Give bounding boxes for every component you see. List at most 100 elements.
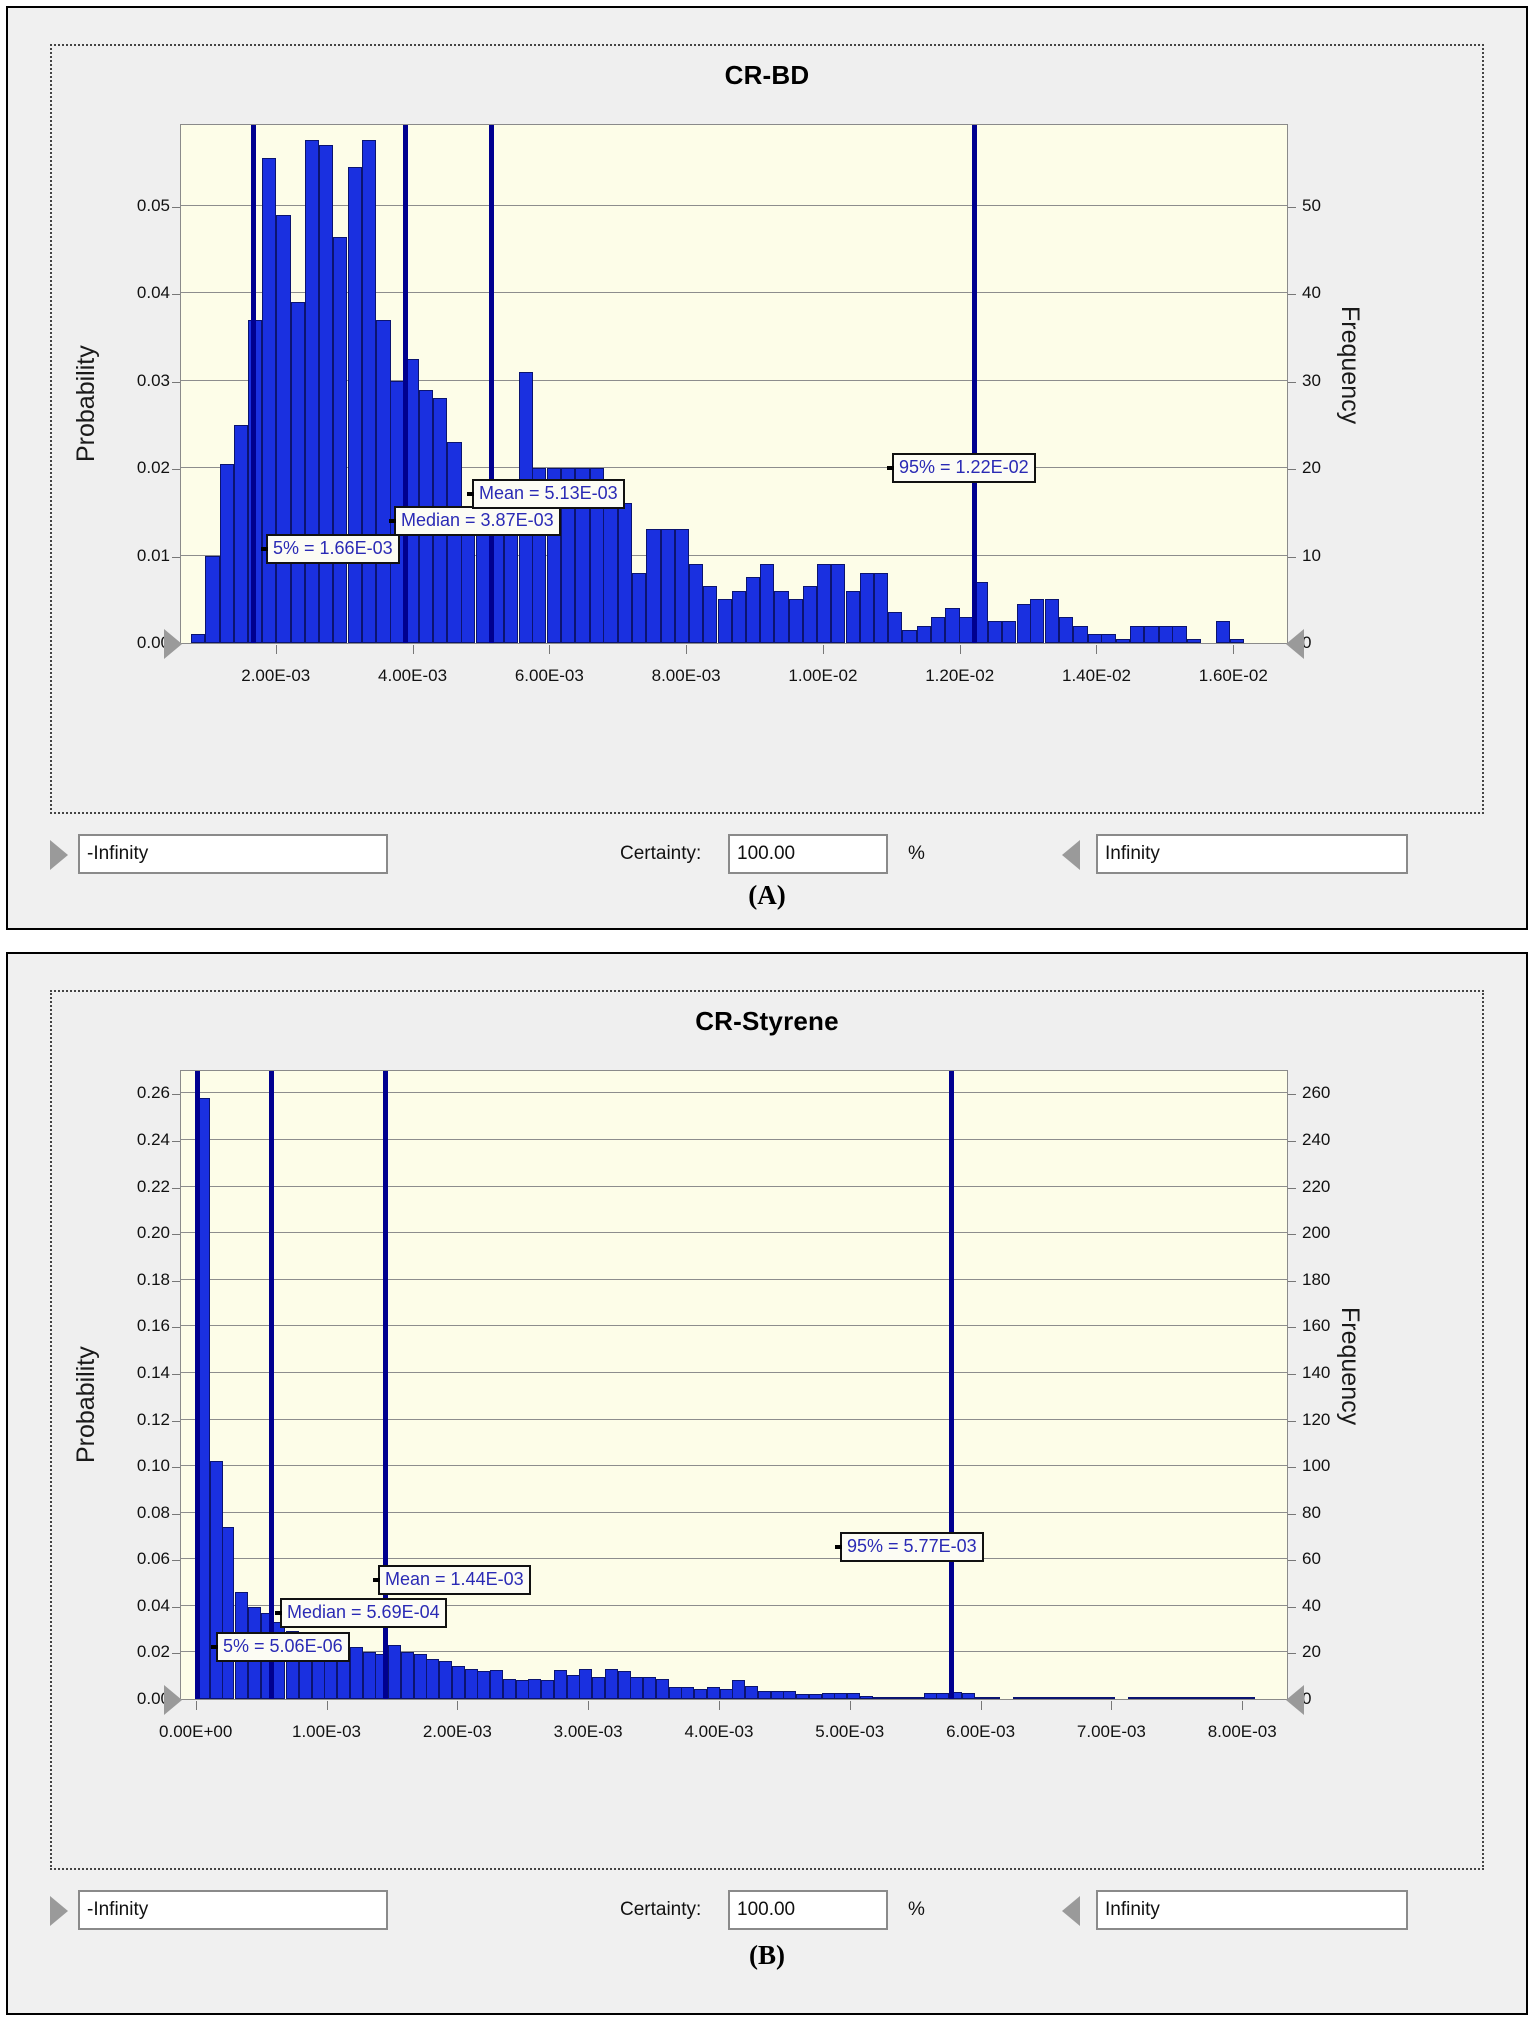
y-tick-mark [172, 1467, 180, 1469]
y-axis-label-a: Probability [72, 345, 100, 462]
marker-line-median[interactable] [402, 125, 408, 643]
y-tick-label: 0.06 [136, 1549, 170, 1569]
histogram-bar [489, 1669, 503, 1699]
histogram-bar [803, 586, 818, 643]
page-root: CR-BD 0.00 0.01 0.02 0.03 0.04 0.05 0 10 20 30 40 5… [0, 0, 1534, 2021]
chart-panel-a: CR-BD 0.00 0.01 0.02 0.03 0.04 0.05 0 10 20 30 40 5… [6, 6, 1528, 930]
histogram-bar [276, 214, 291, 643]
y-tick-mark [172, 1234, 180, 1236]
histogram-bar [1115, 638, 1130, 643]
histogram-bar [1030, 599, 1045, 643]
marker-line-mean[interactable] [488, 125, 494, 643]
histogram-bar [911, 1696, 924, 1699]
lower-bound-handle-a[interactable] [164, 629, 182, 659]
histogram-bar [816, 564, 832, 643]
annotation-p95: 95% = 1.22E-02 [887, 453, 1036, 483]
x-tick-label: 7.00E-03 [1076, 1722, 1146, 1741]
y-tick-mark [172, 207, 180, 209]
histogram-bar [219, 463, 234, 643]
marker-line-p95[interactable] [949, 1071, 955, 1699]
histogram-bar [887, 612, 903, 643]
x-tick-label: 1.00E-02 [788, 666, 858, 685]
gridline [181, 1185, 1287, 1187]
y2-tick-mark [1288, 469, 1296, 471]
y2-tick-mark [1288, 1467, 1296, 1469]
left-arrow-icon-b[interactable] [50, 1896, 68, 1926]
histogram-bar [527, 1679, 541, 1699]
histogram-bar [221, 1526, 235, 1699]
x-tick-mark [959, 645, 961, 654]
gridline [181, 1558, 1287, 1560]
y2-tick-mark [1288, 1094, 1296, 1096]
histogram-bar [1191, 1696, 1204, 1699]
y-tick-label: 0.16 [136, 1316, 170, 1336]
gridline [181, 1465, 1287, 1467]
marker-line-p95[interactable] [972, 125, 978, 643]
annotation-p5: 5% = 1.66E-03 [261, 534, 400, 564]
y2-tick-mark [1288, 1606, 1296, 1608]
y2-axis-label-a: Frequency [1336, 306, 1364, 425]
histogram-bar [1204, 1696, 1217, 1699]
x-tick-mark [326, 1701, 328, 1710]
certainty-label-a: Certainty: [620, 843, 702, 864]
marker-line-median[interactable] [269, 1071, 275, 1699]
histogram-bar [1130, 625, 1145, 643]
histogram-bar [833, 1693, 847, 1699]
x-tick-label: 3.00E-03 [553, 1722, 623, 1741]
histogram-bar [400, 1652, 414, 1699]
histogram-bar [1158, 625, 1173, 643]
y-tick-label: 0.02 [136, 1642, 170, 1662]
lower-bound-input-b[interactable]: -Infinity [78, 1890, 388, 1930]
histogram-bar [1186, 638, 1202, 643]
y-tick-label: 0.01 [136, 545, 170, 565]
x-tick-mark [275, 645, 277, 654]
y-tick-mark [172, 556, 180, 558]
y2-tick-label: 40 [1302, 1595, 1321, 1615]
percent-label-a: % [908, 843, 925, 864]
annotation-pointer-icon [835, 1544, 842, 1549]
x-tick-label: 8.00E-03 [1207, 1722, 1277, 1741]
y-axis-label-b: Probability [72, 1346, 100, 1463]
histogram-bar [1002, 621, 1017, 643]
right-arrow-icon-a[interactable] [1062, 840, 1080, 870]
lower-bound-handle-b[interactable] [164, 1685, 182, 1715]
right-arrow-icon-b[interactable] [1062, 1896, 1080, 1926]
y2-tick-mark [1288, 1373, 1296, 1375]
histogram-bar [1013, 1696, 1026, 1699]
certainty-input-a[interactable]: 100.00 [728, 834, 888, 874]
annotation-pointer-icon [467, 491, 474, 496]
histogram-bar [745, 577, 760, 643]
left-arrow-icon-a[interactable] [50, 840, 68, 870]
lower-bound-input-a[interactable]: -Infinity [78, 834, 388, 874]
y2-tick-label: 20 [1302, 1642, 1321, 1662]
y2-tick-mark [1288, 294, 1296, 296]
histogram-bar [1073, 625, 1088, 643]
marker-line-p5[interactable] [195, 1071, 201, 1699]
upper-bound-handle-a[interactable] [1286, 629, 1304, 659]
histogram-bar [693, 1688, 707, 1699]
marker-line-p5[interactable] [251, 125, 257, 643]
x-tick-label: 1.40E-02 [1061, 666, 1131, 685]
upper-bound-handle-b[interactable] [1286, 1685, 1304, 1715]
upper-bound-input-b[interactable]: Infinity [1096, 1890, 1408, 1930]
upper-bound-input-a[interactable]: Infinity [1096, 834, 1408, 874]
x-tick-mark [1111, 1701, 1113, 1710]
histogram-bar [898, 1696, 911, 1699]
histogram-bar [540, 1680, 554, 1699]
histogram-bar [959, 616, 974, 643]
histogram-bar [703, 586, 718, 643]
y-tick-label: 0.04 [136, 283, 170, 303]
gridline [181, 1139, 1287, 1141]
histogram-bar [1058, 616, 1074, 643]
histogram-bar [447, 442, 462, 643]
y-tick-label: 0.00 [136, 1689, 170, 1708]
histogram-bar [795, 1694, 809, 1699]
y-tick-label: 0.03 [136, 370, 170, 390]
histogram-bar [642, 1676, 656, 1699]
y-tick-mark [172, 1420, 180, 1422]
histogram-bar [656, 1679, 669, 1699]
histogram-bar [290, 302, 306, 643]
histogram-bar [717, 599, 732, 643]
y2-tick-mark [1288, 1513, 1296, 1515]
certainty-input-b[interactable]: 100.00 [728, 1890, 888, 1930]
